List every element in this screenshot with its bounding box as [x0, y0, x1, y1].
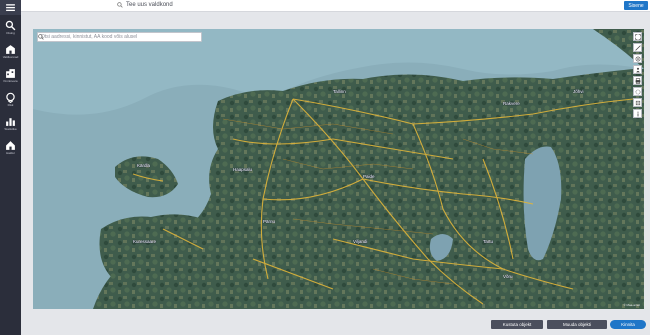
map-toolbar [633, 32, 642, 120]
house-icon [6, 68, 15, 78]
sidebar-item-label: Valdkonnad [2, 54, 19, 59]
info-icon [636, 111, 639, 116]
place-label: Pärnu [263, 219, 276, 224]
sidebar-item-label: Risk [7, 102, 14, 107]
sidebar-item-manager[interactable]: Haldur [0, 135, 21, 159]
sidebar-item-risk[interactable]: Risk [0, 87, 21, 111]
layers-button[interactable] [633, 54, 642, 63]
search-icon[interactable] [38, 34, 44, 40]
map-search-input[interactable]: Otsi aadressi, kinnistut, AA kood võis a… [37, 32, 202, 42]
menu-button[interactable] [0, 0, 21, 15]
search-placeholder: Otsi aadressi, kinnistut, AA kood võis a… [41, 34, 138, 40]
top-bar: Tee uus valdkond Sisene [21, 0, 650, 12]
sidebar-item-label: Kinnisvara [3, 78, 18, 83]
map-view[interactable]: Otsi aadressi, kinnistut, AA kood võis a… [33, 29, 644, 309]
sidebar-item-buildings[interactable]: Valdkonnad [0, 39, 21, 63]
home-icon [6, 140, 15, 150]
chart-icon [6, 117, 15, 126]
bottom-bar: Kustuta objekt Muuda objekti Kinnita [21, 313, 650, 335]
place-label: Jõhvi [573, 89, 584, 94]
project-title: Tee uus valdkond [126, 2, 173, 8]
sidebar: Otsing Valdkonnad Kinnisvara Risk Statis… [0, 0, 21, 335]
info-button[interactable] [633, 109, 642, 118]
measure-area-icon [635, 89, 640, 94]
delete-object-button[interactable]: Kustuta objekt [491, 320, 543, 329]
map-attribution: © Maa-amet [623, 303, 640, 307]
fullscreen-button[interactable] [633, 32, 642, 41]
pin-icon [6, 92, 15, 103]
project-selector[interactable]: Tee uus valdkond [117, 2, 173, 8]
place-label: Kuressaare [133, 239, 157, 244]
print-button[interactable] [633, 76, 642, 85]
place-label: Rakvere [503, 101, 520, 106]
layers-icon [635, 56, 640, 61]
print-icon [635, 77, 640, 84]
location-icon [635, 100, 640, 105]
sidebar-item-search[interactable]: Otsing [0, 15, 21, 39]
ruler-icon [634, 44, 641, 51]
edit-object-button[interactable]: Muuda objekti [547, 320, 607, 329]
search-icon [117, 2, 123, 8]
place-label: Kärdla [137, 163, 151, 168]
sidebar-item-statistics[interactable]: Statistika [0, 111, 21, 135]
place-label: Viljandi [353, 239, 368, 244]
ruler-button[interactable] [633, 43, 642, 52]
place-label: Paide [363, 174, 375, 179]
login-button[interactable]: Sisene [624, 1, 648, 10]
buildings-icon [6, 44, 15, 54]
place-label: Haapsalu [233, 167, 253, 172]
person-button[interactable] [633, 65, 642, 74]
place-label: Võru [503, 274, 513, 279]
place-label: Tartu [483, 239, 494, 244]
person-icon [635, 67, 640, 72]
place-label: Tallinn [333, 89, 346, 94]
sidebar-item-label: Haldur [6, 150, 15, 155]
fullscreen-icon [634, 33, 641, 40]
location-button[interactable] [633, 98, 642, 107]
sidebar-item-property[interactable]: Kinnisvara [0, 63, 21, 87]
measure-area-button[interactable] [633, 87, 642, 96]
sidebar-item-label: Statistika [4, 126, 17, 131]
confirm-button[interactable]: Kinnita [610, 320, 646, 329]
hamburger-icon [6, 4, 15, 12]
satellite-map[interactable] [33, 29, 644, 309]
search-icon [5, 20, 16, 30]
sidebar-item-label: Otsing [6, 30, 15, 35]
